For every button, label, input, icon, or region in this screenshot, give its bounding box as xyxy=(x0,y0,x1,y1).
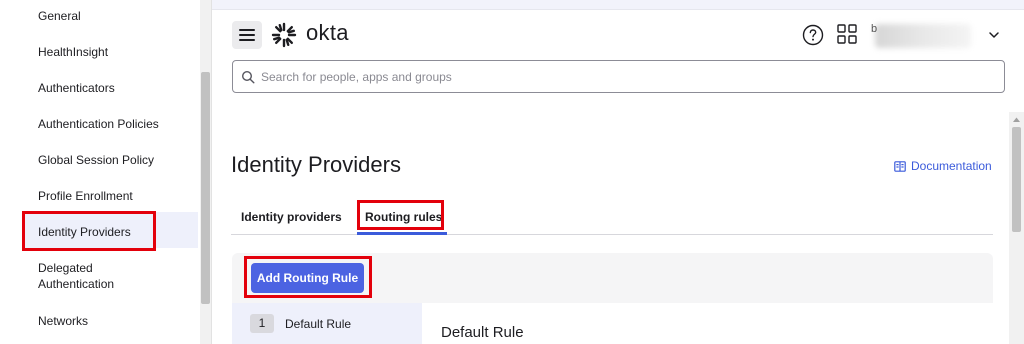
sidebar-item-identity-providers[interactable]: Identity Providers xyxy=(22,212,198,248)
sidebar-scrollbar-thumb[interactable] xyxy=(201,72,210,304)
app-window: General HealthInsight Authenticators Aut… xyxy=(0,0,1024,344)
okta-logo xyxy=(271,22,297,48)
account-initial: b xyxy=(871,23,878,35)
apps-grid-icon[interactable] xyxy=(837,24,857,44)
scroll-up-arrow-icon[interactable] xyxy=(1012,116,1021,123)
tab-identity-providers[interactable]: Identity providers xyxy=(241,210,342,224)
chevron-down-icon[interactable] xyxy=(988,30,1000,40)
sidebar-item-global-session-policy[interactable]: Global Session Policy xyxy=(22,152,198,168)
sidebar: General HealthInsight Authenticators Aut… xyxy=(0,0,200,344)
account-menu[interactable]: b xyxy=(871,22,981,50)
book-icon xyxy=(894,160,906,172)
menu-icon[interactable] xyxy=(232,21,262,49)
sidebar-item-general[interactable]: General xyxy=(22,8,198,24)
tab-routing-rules[interactable]: Routing rules xyxy=(365,210,442,224)
account-name-redacted xyxy=(875,24,971,48)
sidebar-item-networks[interactable]: Networks xyxy=(22,313,198,329)
rule-list-item[interactable]: 1 Default Rule xyxy=(232,303,422,344)
page-title: Identity Providers xyxy=(231,152,401,177)
search-icon xyxy=(241,70,255,84)
top-strip xyxy=(212,0,1024,10)
help-icon[interactable] xyxy=(802,24,824,46)
documentation-link[interactable]: Documentation xyxy=(894,159,992,173)
documentation-link-label: Documentation xyxy=(911,159,992,173)
search-bar[interactable] xyxy=(232,60,1005,93)
search-input[interactable] xyxy=(261,66,981,88)
active-tab-indicator xyxy=(357,232,447,235)
sidebar-item-profile-enrollment[interactable]: Profile Enrollment xyxy=(22,188,198,204)
add-routing-rule-button[interactable]: Add Routing Rule xyxy=(251,263,364,293)
main-content: okta b Search for people, apps and group… xyxy=(212,0,1024,344)
sidebar-item-delegated-authentication[interactable]: Delegated Authentication xyxy=(22,260,142,292)
sidebar-item-authenticators[interactable]: Authenticators xyxy=(22,80,198,96)
rule-detail-title: Default Rule xyxy=(441,324,524,341)
rule-priority-badge: 1 xyxy=(250,314,274,333)
rule-detail-pane: Default Rule xyxy=(422,303,993,344)
sidebar-item-healthinsight[interactable]: HealthInsight xyxy=(22,44,198,60)
sidebar-item-authentication-policies[interactable]: Authentication Policies xyxy=(22,116,198,132)
tab-bar: Identity providers Routing rules xyxy=(231,207,993,235)
rule-name: Default Rule xyxy=(285,317,352,331)
main-scrollbar-thumb[interactable] xyxy=(1012,127,1021,232)
brand-name[interactable]: okta xyxy=(306,20,349,46)
